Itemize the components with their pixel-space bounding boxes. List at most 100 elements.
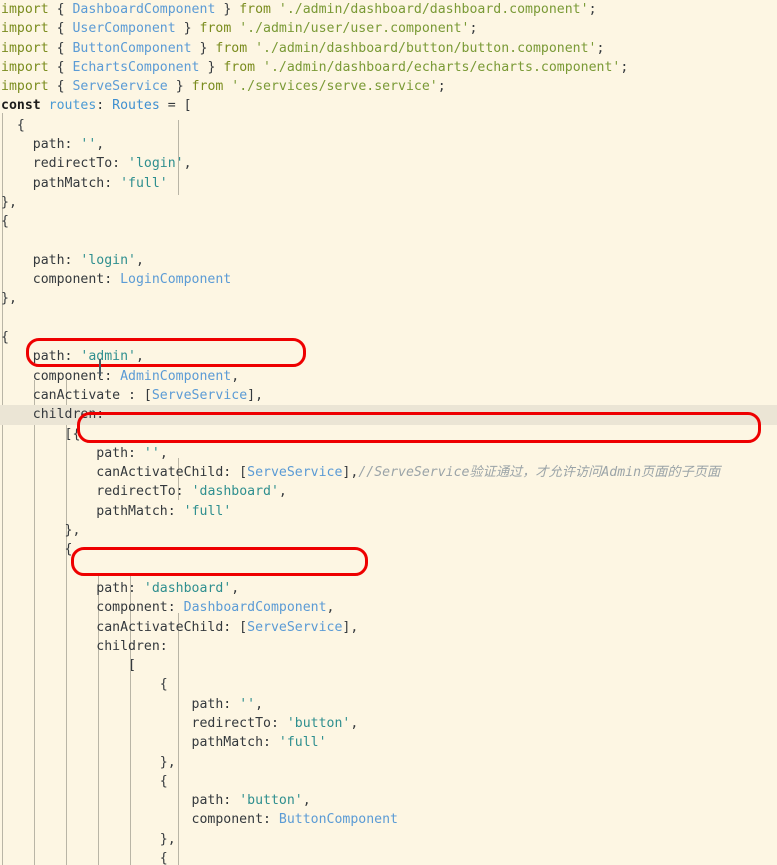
code-token: {	[56, 2, 73, 17]
code-token: ],	[342, 619, 359, 635]
code-line[interactable]: {	[0, 116, 777, 135]
code-token: import	[1, 21, 57, 37]
code-token: 'full'	[120, 175, 168, 191]
code-token: ,	[302, 793, 311, 809]
code-line[interactable]: import { DashboardComponent } from './ad…	[0, 0, 777, 19]
code-token: 'login'	[128, 156, 184, 172]
code-line[interactable]: import { EchartsComponent } from './admi…	[0, 58, 777, 77]
code-line[interactable]: },	[0, 830, 777, 849]
code-line[interactable]: {	[0, 675, 777, 694]
code-line[interactable]: },	[0, 753, 777, 772]
code-token: ,	[183, 156, 192, 172]
code-line[interactable]: children:	[0, 637, 777, 656]
code-line[interactable]: canActivate : [ServeService],	[0, 386, 777, 405]
code-line[interactable]: const routes: Routes = [	[0, 96, 777, 115]
code-token: canActivateChild: [	[1, 619, 248, 635]
code-editor-pane[interactable]: import { DashboardComponent } from './ad…	[0, 0, 777, 865]
code-token: path:	[1, 580, 144, 596]
code-line[interactable]: import { ServeService } from './services…	[0, 77, 777, 96]
code-content[interactable]: import { DashboardComponent } from './ad…	[0, 0, 777, 865]
code-token: './admin/dashboard/button/button.compone…	[255, 40, 597, 56]
code-token: canActivate : [	[1, 387, 152, 403]
code-line[interactable]: pathMatch: 'full'	[0, 733, 777, 752]
code-token: ,	[350, 715, 359, 731]
code-line[interactable]: component: AdminComponent,	[0, 367, 777, 386]
code-line[interactable]: import { UserComponent } from './admin/u…	[0, 19, 777, 38]
code-token: path:	[1, 252, 81, 268]
code-token: Routes	[112, 98, 160, 114]
code-token: DashboardComponent	[72, 2, 216, 17]
code-line[interactable]: component: DashboardComponent,	[0, 598, 777, 617]
code-token: 'admin'	[80, 349, 136, 365]
code-token: const	[1, 98, 49, 114]
code-token: ServeService	[72, 79, 168, 95]
code-token: path:	[1, 793, 240, 809]
code-line[interactable]: {	[0, 212, 777, 231]
code-token: //ServeService验证通过，才允许访问Admin页面的子页面	[358, 465, 721, 481]
code-token: 'full'	[278, 735, 327, 751]
code-token: path:	[1, 137, 81, 153]
code-line[interactable]: {	[0, 540, 777, 559]
code-line[interactable]: {	[0, 328, 777, 347]
code-line[interactable]	[0, 232, 777, 251]
code-token: },	[1, 831, 176, 847]
code-token: redirectTo:	[1, 715, 287, 731]
code-line[interactable]: path: 'login',	[0, 251, 777, 270]
code-token: routes	[48, 98, 97, 114]
code-line[interactable]: },	[0, 521, 777, 540]
code-token: ''	[143, 445, 160, 461]
code-line[interactable]: path: '',	[0, 135, 777, 154]
code-token: ],	[342, 465, 359, 481]
code-token: {	[56, 40, 73, 56]
code-line[interactable]: import { ButtonComponent } from './admin…	[0, 39, 777, 58]
code-line[interactable]: component: ButtonComponent	[0, 810, 777, 829]
code-line[interactable]: path: 'button',	[0, 791, 777, 810]
code-line[interactable]: [{	[0, 425, 777, 444]
code-line[interactable]: {	[0, 849, 777, 865]
code-line[interactable]	[0, 560, 777, 579]
code-line-current[interactable]: children:	[0, 405, 777, 425]
code-token: {	[1, 542, 73, 558]
code-token: [	[1, 658, 136, 674]
code-token: ''	[80, 137, 97, 153]
code-line[interactable]: redirectTo: 'login',	[0, 154, 777, 173]
code-line[interactable]: },	[0, 289, 777, 308]
code-token: component:	[1, 600, 184, 616]
code-token: 'dashboard'	[143, 580, 232, 596]
code-line[interactable]: path: '',	[0, 695, 777, 714]
code-token: },	[1, 754, 176, 770]
code-token: children:	[1, 407, 105, 423]
code-line[interactable]: path: 'admin',	[0, 347, 777, 366]
code-token: ,	[326, 600, 335, 616]
code-token: import	[1, 2, 57, 17]
code-line[interactable]: pathMatch: 'full'	[0, 174, 777, 193]
code-token: ,	[231, 368, 240, 384]
code-line[interactable]	[0, 309, 777, 328]
code-line[interactable]: canActivateChild: [ServeService],	[0, 618, 777, 637]
code-token: './services/serve.service'	[231, 79, 438, 95]
code-token: ,	[96, 137, 105, 153]
code-token: [{	[1, 426, 81, 442]
code-token: component:	[1, 272, 121, 288]
code-token: ;	[620, 59, 629, 75]
code-line[interactable]: [	[0, 656, 777, 675]
code-token: }	[215, 2, 240, 17]
code-token: AdminComponent	[120, 368, 232, 384]
code-line[interactable]: redirectTo: 'button',	[0, 714, 777, 733]
code-line[interactable]: path: 'dashboard',	[0, 579, 777, 598]
code-token: redirectTo:	[1, 484, 192, 500]
code-line[interactable]: pathMatch: 'full'	[0, 502, 777, 521]
code-line[interactable]: redirectTo: 'dashboard',	[0, 482, 777, 501]
code-line[interactable]: {	[0, 772, 777, 791]
code-token: ,	[135, 252, 144, 268]
code-line[interactable]: path: '',	[0, 444, 777, 463]
code-token: './admin/user/user.component'	[239, 21, 470, 37]
code-token: ,	[255, 696, 264, 712]
code-line[interactable]: canActivateChild: [ServeService],//Serve…	[0, 463, 777, 482]
code-token: }	[191, 40, 216, 56]
code-line[interactable]: },	[0, 193, 777, 212]
code-line[interactable]: component: LoginComponent	[0, 270, 777, 289]
code-token: 'dashboard'	[191, 484, 279, 500]
code-token: {	[1, 677, 168, 693]
code-token: {	[1, 214, 9, 230]
